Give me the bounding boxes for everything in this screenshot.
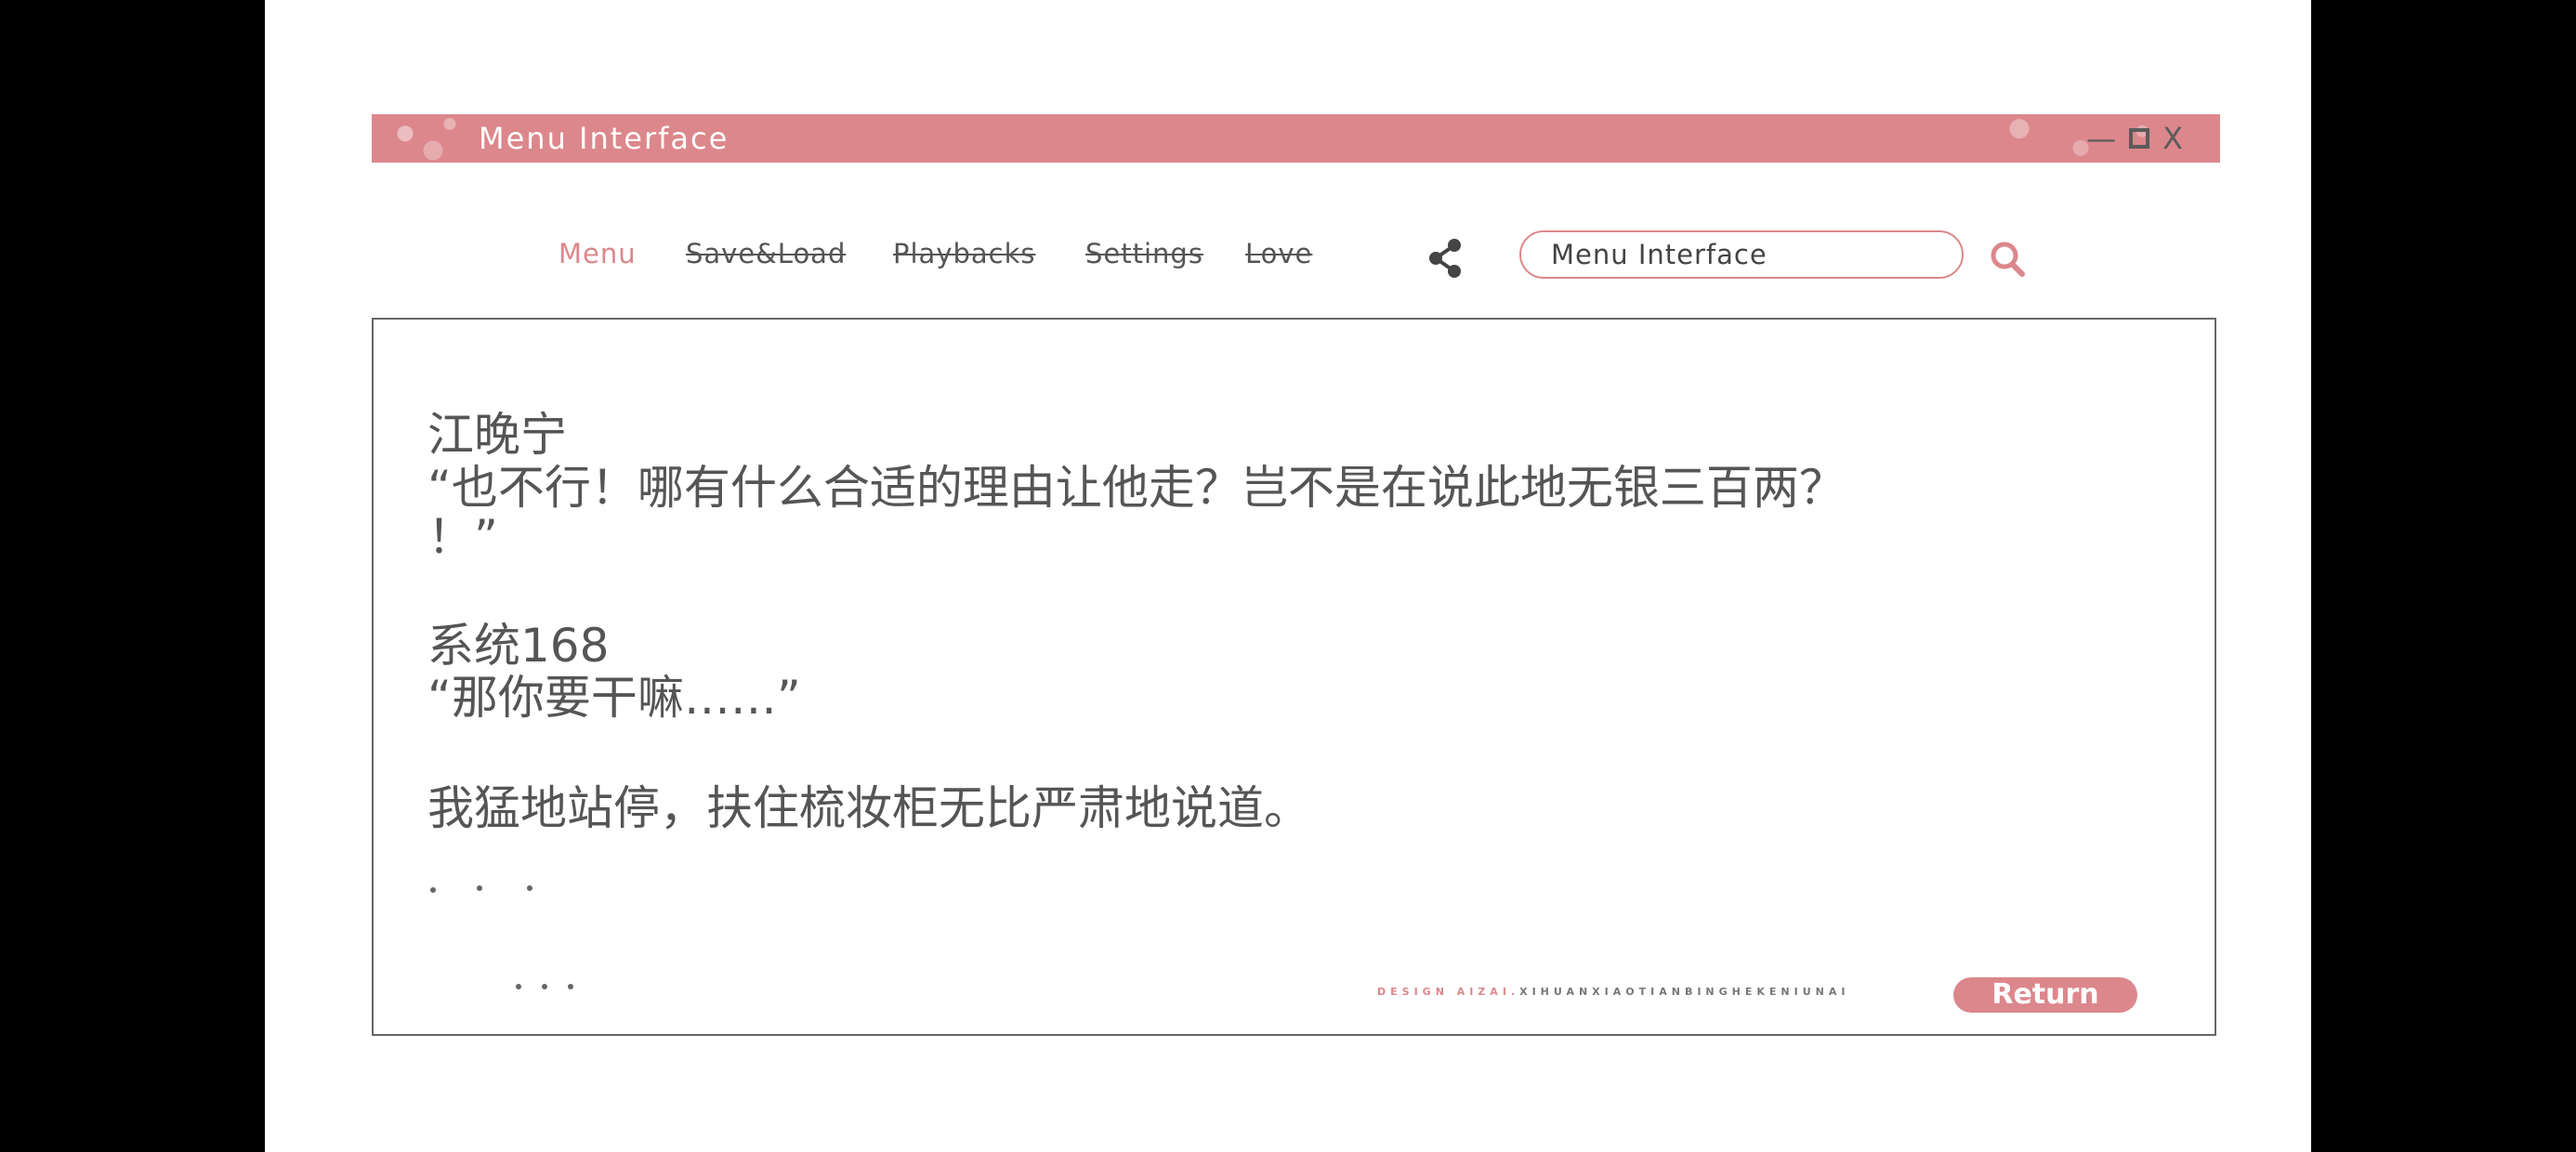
share-icon[interactable] [1426,238,1464,279]
narration-line: 我猛地站停，扶住梳妆柜无比严肃地说道。 [427,781,1310,835]
credit-pink: DESIGN AIZAI. [1377,986,1520,998]
window-title: Menu Interface [479,121,729,156]
loading-dots-icon [430,885,532,893]
nav-love[interactable]: Love [1245,238,1312,269]
minimize-button[interactable]: — [2086,118,2116,159]
title-bar: Menu Interface — X [372,114,2220,163]
close-button[interactable]: X [2162,118,2183,159]
search-input[interactable]: Menu Interface [1519,230,1964,279]
nav-playbacks[interactable]: Playbacks [893,238,1036,269]
search-icon[interactable] [1989,238,2026,279]
dialogue-line: “也不行！哪有什么合适的理由让他走？岂不是在说此地无银三百两？ [427,461,1846,515]
dialogue-line: ！” [427,510,498,564]
loading-dots-icon [516,984,573,989]
nav-menu[interactable]: Menu [559,238,637,269]
dialogue-panel: 江晚宁 “也不行！哪有什么合适的理由让他走？岂不是在说此地无银三百两？ ！” 系… [372,318,2216,1036]
dialogue-line: “那你要干嘛……” [427,671,801,725]
credit-rest: XIHUANXIAOTIANBINGHEKENIUNAI [1519,986,1850,998]
speaker-name: 系统168 [427,619,610,673]
nav-settings[interactable]: Settings [1085,238,1203,269]
window-controls: — X [2086,118,2183,159]
design-credit: DESIGN AIZAI.XIHUANXIAOTIANBINGHEKENIUNA… [1377,986,1849,998]
game-stage: Menu Interface — X Menu Save&Load Playba… [265,0,2311,1152]
maximize-button[interactable] [2129,128,2150,149]
return-button[interactable]: Return [1953,977,2137,1013]
nav-save-load[interactable]: Save&Load [686,238,846,269]
speaker-name: 江晚宁 [427,408,567,462]
blossom-decoration [372,114,483,163]
